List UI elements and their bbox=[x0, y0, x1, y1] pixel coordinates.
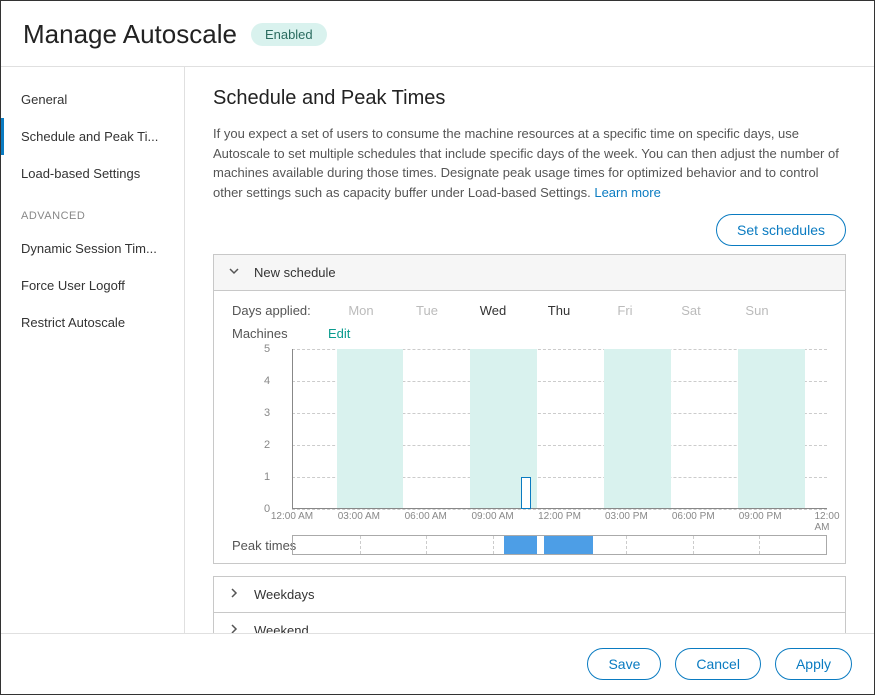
y-tick: 4 bbox=[264, 375, 270, 387]
day-fri: Fri bbox=[592, 303, 658, 318]
machines-chart: 012345 bbox=[292, 349, 827, 509]
x-tick: 06:00 AM bbox=[405, 511, 447, 522]
schedule-panel-title: Weekdays bbox=[254, 587, 314, 602]
main-content: Schedule and Peak Times If you expect a … bbox=[185, 67, 874, 633]
machines-label: Machines bbox=[232, 326, 328, 341]
sidebar-heading-advanced: ADVANCED bbox=[1, 192, 184, 230]
machines-row: Machines Edit bbox=[232, 326, 827, 341]
peak-times-track[interactable] bbox=[292, 535, 827, 555]
day-wed: Wed bbox=[460, 303, 526, 318]
x-tick: 12:00 AM bbox=[814, 511, 839, 533]
page-title: Schedule and Peak Times bbox=[213, 87, 846, 110]
learn-more-link[interactable]: Learn more bbox=[594, 185, 660, 200]
enabled-badge: Enabled bbox=[251, 23, 327, 46]
peak-segment[interactable] bbox=[504, 536, 537, 554]
schedule-panel-header-new[interactable]: New schedule bbox=[213, 254, 846, 291]
peak-segment[interactable] bbox=[544, 536, 593, 554]
x-tick: 03:00 AM bbox=[338, 511, 380, 522]
y-tick: 5 bbox=[264, 343, 270, 355]
days-applied-row: Days applied: Mon Tue Wed Thu Fri Sat Su… bbox=[232, 303, 827, 318]
x-tick: 09:00 AM bbox=[471, 511, 513, 522]
day-tue: Tue bbox=[394, 303, 460, 318]
sidebar-item-general[interactable]: General bbox=[1, 81, 184, 118]
save-button[interactable]: Save bbox=[587, 648, 661, 680]
page-description: If you expect a set of users to consume … bbox=[213, 124, 846, 202]
chevron-right-icon bbox=[228, 587, 244, 602]
x-tick: 03:00 PM bbox=[605, 511, 648, 522]
x-tick: 09:00 PM bbox=[739, 511, 782, 522]
y-tick: 0 bbox=[264, 503, 270, 515]
schedule-panel-header-weekend[interactable]: Weekend bbox=[213, 613, 846, 633]
sidebar-item-force-user-logoff[interactable]: Force User Logoff bbox=[1, 267, 184, 304]
schedule-panel-header-weekdays[interactable]: Weekdays bbox=[213, 576, 846, 613]
sidebar: General Schedule and Peak Ti... Load-bas… bbox=[1, 67, 185, 633]
sidebar-item-schedule-peak-times[interactable]: Schedule and Peak Ti... bbox=[1, 118, 184, 155]
machines-edit-link[interactable]: Edit bbox=[328, 326, 350, 341]
x-tick: 12:00 PM bbox=[538, 511, 581, 522]
y-tick: 2 bbox=[264, 439, 270, 451]
chevron-right-icon bbox=[228, 623, 244, 633]
sidebar-item-load-based-settings[interactable]: Load-based Settings bbox=[1, 155, 184, 192]
sidebar-item-dynamic-session-timeout[interactable]: Dynamic Session Tim... bbox=[1, 230, 184, 267]
set-schedules-button[interactable]: Set schedules bbox=[716, 214, 846, 246]
day-sat: Sat bbox=[658, 303, 724, 318]
day-sun: Sun bbox=[724, 303, 790, 318]
y-tick: 3 bbox=[264, 407, 270, 419]
sidebar-item-restrict-autoscale[interactable]: Restrict Autoscale bbox=[1, 304, 184, 341]
schedule-panel-body: Days applied: Mon Tue Wed Thu Fri Sat Su… bbox=[213, 291, 846, 564]
chevron-down-icon bbox=[228, 265, 244, 280]
body: General Schedule and Peak Ti... Load-bas… bbox=[1, 67, 874, 633]
page-header-title: Manage Autoscale bbox=[23, 19, 237, 50]
chart-bar bbox=[521, 477, 531, 509]
cancel-button[interactable]: Cancel bbox=[675, 648, 761, 680]
apply-button[interactable]: Apply bbox=[775, 648, 852, 680]
schedule-panel-title: Weekend bbox=[254, 623, 309, 633]
schedule-panel-title: New schedule bbox=[254, 265, 336, 280]
peak-times-row: Peak times bbox=[232, 535, 827, 555]
x-tick: 06:00 PM bbox=[672, 511, 715, 522]
page-description-text: If you expect a set of users to consume … bbox=[213, 126, 839, 200]
header: Manage Autoscale Enabled bbox=[1, 1, 874, 67]
day-thu: Thu bbox=[526, 303, 592, 318]
set-schedules-row: Set schedules bbox=[213, 214, 846, 246]
y-tick: 1 bbox=[264, 471, 270, 483]
chart-x-axis: 12:00 AM03:00 AM06:00 AM09:00 AM12:00 PM… bbox=[292, 511, 827, 529]
days-applied-label: Days applied: bbox=[232, 303, 328, 318]
footer: Save Cancel Apply bbox=[1, 633, 874, 694]
x-tick: 12:00 AM bbox=[271, 511, 313, 522]
day-mon: Mon bbox=[328, 303, 394, 318]
